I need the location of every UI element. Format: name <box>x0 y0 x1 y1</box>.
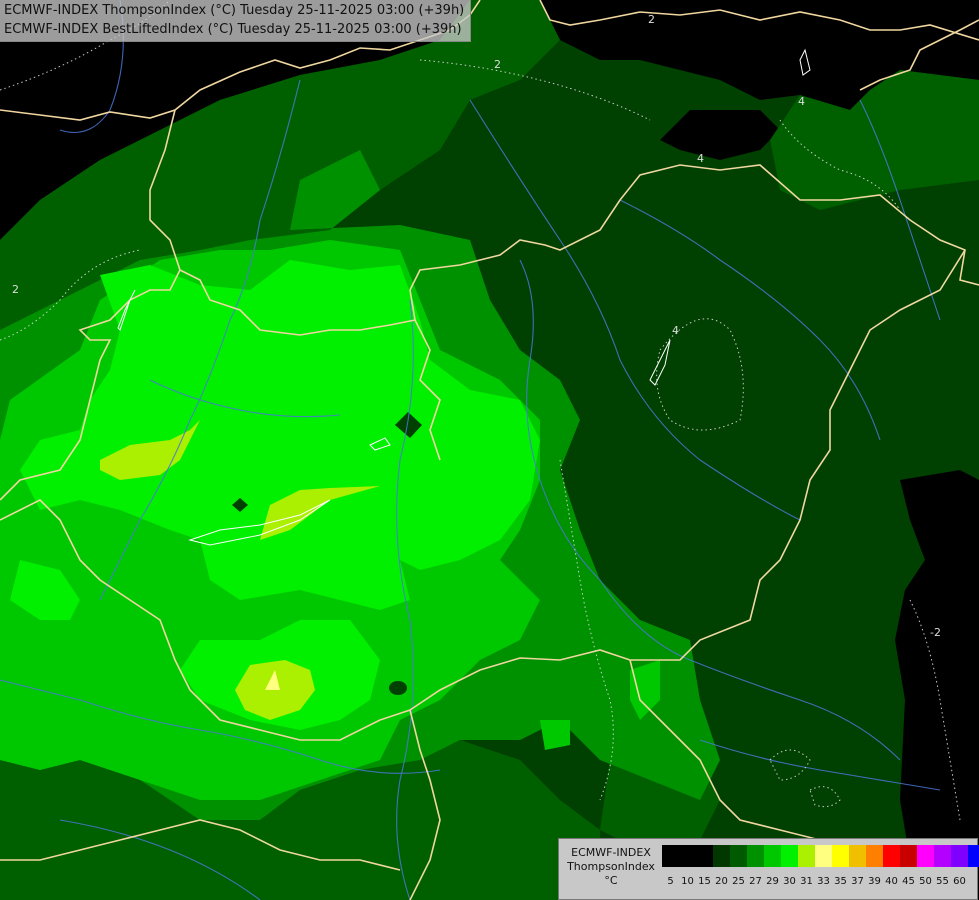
contour-label: 2 <box>12 283 19 296</box>
legend-tick: 35 <box>834 876 847 887</box>
legend-swatch <box>764 845 781 867</box>
contour-label: 2 <box>494 58 501 71</box>
legend-swatch <box>713 845 730 867</box>
legend-tick: 39 <box>868 876 881 887</box>
legend-tick: 55 <box>936 876 949 887</box>
legend-swatch <box>696 845 713 867</box>
legend-tick: 29 <box>766 876 779 887</box>
title-line-thompson: ECMWF-INDEX ThompsonIndex (°C) Tuesday 2… <box>4 3 465 18</box>
legend-swatch <box>798 845 815 867</box>
legend-swatch <box>900 845 917 867</box>
legend-tick: 40 <box>885 876 898 887</box>
weather-map: 2 2 2 4 4 4 -2 <box>0 0 979 900</box>
legend-swatch <box>832 845 849 867</box>
legend-ticks: 5 10 15 20 25 27 29 30 31 33 35 37 39 40 45 50 55 60 <box>662 875 979 889</box>
legend-swatch <box>815 845 832 867</box>
color-legend: ECMWF-INDEX ThompsonIndex °C 5 10 15 20 25 27… <box>558 838 979 900</box>
contour-label: -2 <box>930 626 941 639</box>
title-line-bestlifted: ECMWF-INDEX BestLiftedIndex (°C) Tuesday… <box>4 22 462 37</box>
legend-swatch <box>866 845 883 867</box>
contour-label: 2 <box>648 13 655 26</box>
legend-parameter: ThompsonIndex <box>567 860 655 873</box>
legend-tick: 45 <box>902 876 915 887</box>
legend-swatch <box>883 845 900 867</box>
legend-model: ECMWF-INDEX <box>571 846 651 859</box>
legend-tick: 60 <box>953 876 966 887</box>
legend-swatch <box>849 845 866 867</box>
legend-swatch <box>951 845 968 867</box>
legend-swatch <box>968 845 979 867</box>
legend-swatch <box>662 845 679 867</box>
legend-swatch <box>781 845 798 867</box>
legend-tick: 15 <box>698 876 711 887</box>
legend-swatch <box>934 845 951 867</box>
legend-tick: 33 <box>817 876 830 887</box>
legend-tick: 5 <box>667 876 674 887</box>
legend-swatch <box>747 845 764 867</box>
legend-unit: °C <box>604 874 618 887</box>
map-title: ECMWF-INDEX ThompsonIndex (°C) Tuesday 2… <box>0 0 472 42</box>
legend-tick: 31 <box>800 876 813 887</box>
legend-swatches <box>662 845 979 867</box>
legend-tick: 50 <box>919 876 932 887</box>
legend-tick: 27 <box>749 876 762 887</box>
legend-tick: 25 <box>732 876 745 887</box>
legend-tick: 37 <box>851 876 864 887</box>
legend-tick <box>968 875 979 889</box>
legend-label: ECMWF-INDEX ThompsonIndex °C <box>563 846 659 888</box>
contour-label: 4 <box>672 324 679 337</box>
legend-tick: 20 <box>715 876 728 887</box>
contour-label: 4 <box>697 152 704 165</box>
legend-swatch <box>730 845 747 867</box>
legend-tick: 10 <box>681 876 694 887</box>
legend-swatch <box>679 845 696 867</box>
legend-swatch <box>917 845 934 867</box>
legend-tick: 30 <box>783 876 796 887</box>
contour-label: 4 <box>798 95 805 108</box>
